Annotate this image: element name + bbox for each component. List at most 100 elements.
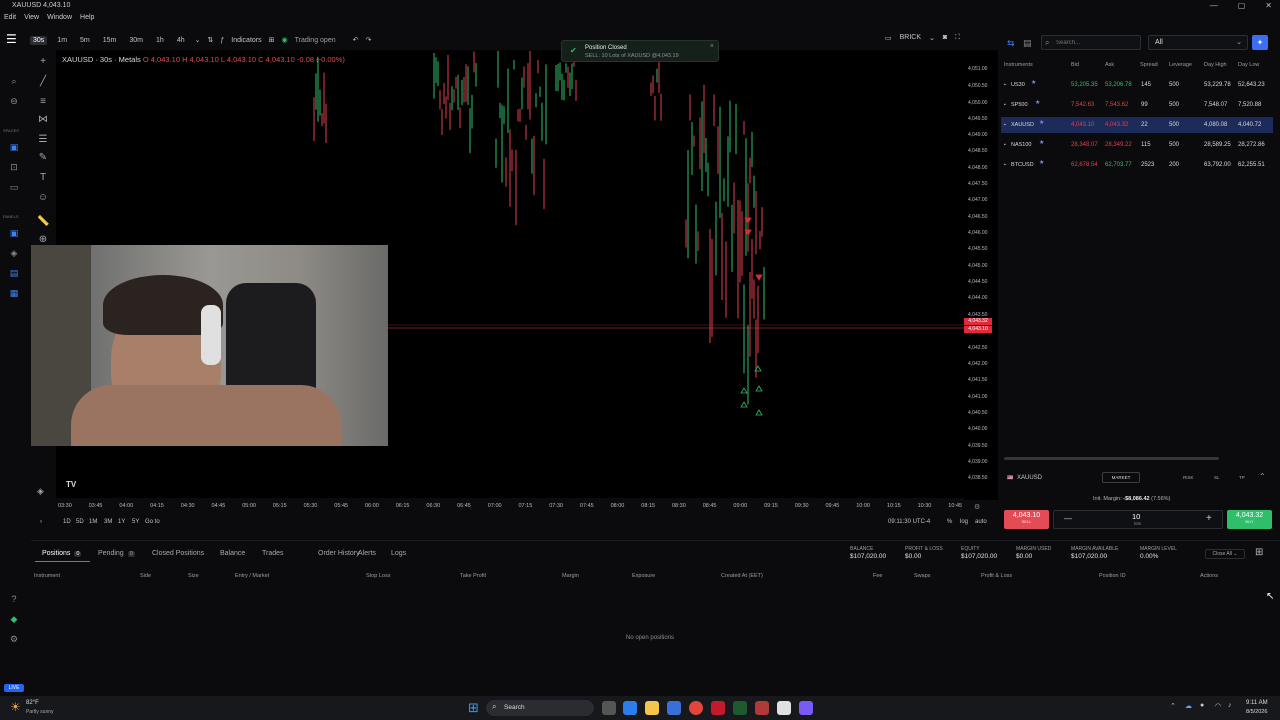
order-type-select[interactable]: MARKET [1102, 472, 1140, 483]
favorite-star-icon[interactable]: ★ [1039, 159, 1044, 166]
positions-tab[interactable]: Balance [220, 550, 245, 557]
symbol-name[interactable]: XAUUSD · 30s · Metals [62, 55, 141, 64]
bid-price[interactable]: 53,205.35 [1071, 82, 1098, 88]
timeframe-30m[interactable]: 30m [126, 36, 146, 45]
column-header[interactable]: Exposure [632, 573, 655, 579]
menu-help[interactable]: Help [80, 11, 94, 24]
positions-tab[interactable]: Positions 0 [42, 550, 82, 557]
redo-icon[interactable]: ↷ [365, 36, 371, 44]
column-header[interactable]: Fee [873, 573, 882, 579]
bid-price[interactable]: 62,678.54 [1071, 162, 1098, 168]
timeframe-1h[interactable]: 1h [153, 36, 167, 45]
crosshair-icon[interactable]: + [37, 56, 49, 68]
decrease-lots-button[interactable]: — [1064, 514, 1072, 523]
taskbar-search[interactable]: ⌕ Search [486, 700, 594, 716]
emoji-icon[interactable]: ☺ [37, 192, 49, 204]
sell-marker[interactable] [755, 274, 763, 281]
undo-icon[interactable]: ↶ [353, 36, 359, 44]
store-icon[interactable] [667, 701, 681, 715]
axis-settings-icon[interactable]: ⚙ [974, 503, 980, 511]
buy-marker[interactable] [740, 387, 748, 394]
column-header[interactable]: Side [140, 573, 151, 579]
trendline-icon[interactable]: ╱ [37, 76, 49, 88]
increase-lots-button[interactable]: + [1206, 513, 1212, 524]
range-3m[interactable]: 3M [104, 519, 112, 525]
buy-marker[interactable] [740, 401, 748, 408]
bid-price[interactable]: 7,542.63 [1071, 102, 1094, 108]
trading-status[interactable]: Trading open [295, 37, 336, 44]
menu-window[interactable]: Window [47, 11, 72, 24]
trading-app-icon[interactable] [733, 701, 747, 715]
buy-button[interactable]: 4,043.32 BUY [1227, 510, 1272, 529]
ranges-toggle-icon[interactable]: › [40, 519, 42, 525]
range-5d[interactable]: 5D [76, 519, 84, 525]
timeframe-5m[interactable]: 5m [77, 36, 93, 45]
positions-tab[interactable]: Pending 0 [98, 550, 135, 557]
timeframe-30s[interactable]: 30s [30, 35, 48, 45]
watchlist-header[interactable]: Ask [1105, 62, 1114, 68]
log-scale-toggle[interactable]: log [960, 519, 968, 525]
ask-price[interactable]: 62,703.77 [1105, 162, 1132, 168]
instrument-symbol[interactable]: SP500 [1011, 102, 1028, 108]
positions-tab[interactable]: Order History [318, 550, 360, 557]
lot-size-stepper[interactable]: — 10 lots + [1053, 510, 1223, 529]
weather-temp[interactable]: 82°F [26, 700, 39, 706]
ask-price[interactable]: 7,543.62 [1105, 102, 1128, 108]
file-explorer-icon[interactable] [645, 701, 659, 715]
column-header[interactable]: Size [188, 573, 199, 579]
positions-tab[interactable]: Alerts [358, 550, 376, 557]
time-axis[interactable]: 03:30 03:45 04:00 04:15 04:30 04:45 05:00 05:15… [56, 501, 964, 513]
ask-price[interactable]: 4,043.32 [1105, 122, 1128, 128]
column-header[interactable]: Actions [1200, 573, 1218, 579]
price-axis[interactable]: 4,051.00 4,050.50 4,050.00 4,049.50 4,049.00… [964, 50, 998, 500]
watchlist-row[interactable]: ▪ XAUUSD ★ 4,043.10 4,043.32 22 500 4,080.08 4,0… [1001, 117, 1273, 133]
column-settings-icon[interactable]: ⊞ [1255, 547, 1263, 558]
chart-clock[interactable]: 09:11:30 UTC-4 [888, 519, 930, 525]
panel-watchlist-icon[interactable]: ▤ [7, 266, 21, 280]
weather-icon[interactable]: ☀ [10, 700, 21, 714]
instrument-symbol[interactable]: NAS100 [1011, 142, 1032, 148]
search-icon[interactable]: ⌕ [7, 74, 21, 88]
watchlist-header[interactable]: Leverage [1169, 62, 1192, 68]
column-header[interactable]: Instrument [34, 573, 60, 579]
task-view-icon[interactable] [602, 701, 616, 715]
settings-gear-icon[interactable]: ⚙ [7, 632, 21, 646]
percent-scale-toggle[interactable]: % [947, 519, 952, 525]
column-header[interactable]: Take Profit [460, 573, 486, 579]
range-1y[interactable]: 1Y [118, 519, 125, 525]
watchlist-row[interactable]: ▪ US30 ★ 53,205.35 53,206.78 145 500 53,229.78 5… [1001, 77, 1273, 93]
connection-icon[interactable]: ◆ [7, 612, 21, 626]
maximize-button[interactable]: ▢ [1238, 0, 1246, 11]
watchlist-row[interactable]: ▪ SP500 ★ 7,542.63 7,543.62 99 500 7,548.07 7,52… [1001, 97, 1273, 113]
column-header[interactable]: Swaps [914, 573, 931, 579]
volume-icon[interactable]: ♪ [1228, 702, 1232, 709]
app-icon[interactable] [755, 701, 769, 715]
active-app-icon[interactable] [777, 701, 791, 715]
sell-button[interactable]: 4,043.10 SELL [1004, 510, 1049, 529]
layout-grid-icon[interactable]: ⊞ [269, 36, 275, 44]
panel-orders-icon[interactable]: ▦ [7, 286, 21, 300]
taskbar-date[interactable]: 8/5/2026 [1246, 709, 1267, 715]
fib-icon[interactable]: ☰ [37, 134, 49, 146]
bid-price[interactable]: 28,348.07 [1071, 142, 1098, 148]
monitor-icon[interactable]: ▭ [7, 180, 21, 194]
watchlist-row[interactable]: ▪ NAS100 ★ 28,348.07 28,349.22 115 500 28,589.2… [1001, 137, 1273, 153]
column-header[interactable]: Position ID [1099, 573, 1126, 579]
column-header[interactable]: Stop Loss [366, 573, 390, 579]
brush-icon[interactable]: ✎ [37, 152, 49, 164]
close-icon[interactable]: × [710, 43, 714, 50]
watchlist-scrollbar[interactable] [1004, 457, 1219, 460]
add-watchlist-button[interactable]: ✦ [1252, 35, 1268, 50]
column-header[interactable]: Created At (EET) [721, 573, 763, 579]
watchlist-header[interactable]: Instruments [1004, 62, 1033, 68]
adobe-icon[interactable] [711, 701, 725, 715]
link-icon[interactable]: ⇆ [1007, 38, 1015, 49]
positions-tab[interactable]: Logs [391, 550, 406, 557]
column-header[interactable]: Profit & Loss [981, 573, 1012, 579]
watchlist-header[interactable]: Spread [1140, 62, 1158, 68]
favorite-star-icon[interactable]: ★ [1039, 139, 1044, 146]
position-closed-toast[interactable]: ✔ Position Closed SELL: 10 Lots of XAUUS… [561, 40, 719, 62]
lots-value[interactable]: 10 [1132, 512, 1140, 521]
cart-icon[interactable]: ⊡ [7, 160, 21, 174]
watchlist-search-input[interactable] [1056, 38, 1138, 48]
